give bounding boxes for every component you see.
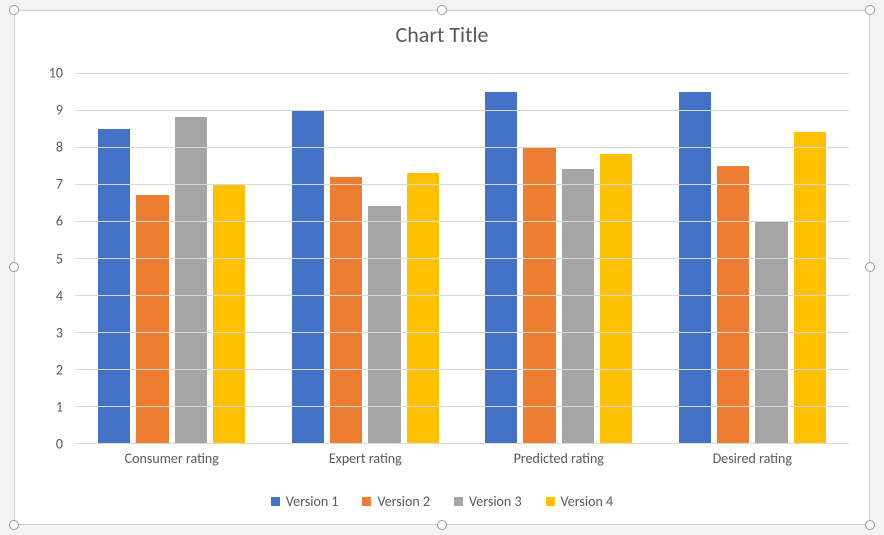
y-tick-label: 7 (39, 176, 63, 193)
selection-handle[interactable] (865, 520, 875, 530)
bar[interactable] (175, 117, 207, 443)
x-tick-label: Expert rating (269, 450, 463, 467)
y-tick-label: 4 (39, 287, 63, 304)
y-tick-label: 5 (39, 250, 63, 267)
grid-line (75, 295, 849, 296)
x-tick-label: Consumer rating (75, 450, 269, 467)
grid-line (75, 258, 849, 259)
legend-swatch (546, 497, 555, 506)
bar[interactable] (407, 173, 439, 443)
y-tick-label: 10 (39, 65, 63, 82)
grid-line (75, 147, 849, 148)
x-tick-label: Predicted rating (462, 450, 656, 467)
bar[interactable] (213, 184, 245, 443)
chart-title[interactable]: Chart Title (15, 11, 869, 61)
legend-label: Version 3 (469, 493, 522, 510)
legend-item[interactable]: Version 2 (362, 493, 430, 510)
bar[interactable] (717, 166, 749, 444)
x-axis-labels: Consumer ratingExpert ratingPredicted ra… (75, 444, 849, 467)
legend[interactable]: Version 1 Version 2 Version 3 Version 4 (15, 493, 869, 510)
selection-handle[interactable] (9, 520, 19, 530)
y-tick-label: 8 (39, 139, 63, 156)
bar[interactable] (330, 177, 362, 443)
legend-item[interactable]: Version 1 (271, 493, 339, 510)
y-tick-label: 6 (39, 213, 63, 230)
y-tick-label: 0 (39, 436, 63, 453)
grid-line (75, 110, 849, 111)
selection-handle[interactable] (865, 5, 875, 15)
bar[interactable] (794, 132, 826, 443)
legend-label: Version 2 (377, 493, 430, 510)
bar[interactable] (368, 206, 400, 443)
chart-frame[interactable]: Chart Title 012345678910 Consumer rating… (14, 10, 870, 525)
plot-grid (75, 73, 849, 444)
y-tick-label: 3 (39, 324, 63, 341)
bar[interactable] (98, 129, 130, 444)
grid-line (75, 369, 849, 370)
bar[interactable] (679, 92, 711, 444)
legend-swatch (362, 497, 371, 506)
bar[interactable] (600, 154, 632, 443)
y-tick-label: 9 (39, 102, 63, 119)
selection-handle[interactable] (437, 5, 447, 15)
selection-handle[interactable] (865, 262, 875, 272)
grid-line (75, 73, 849, 74)
legend-swatch (454, 497, 463, 506)
y-axis: 012345678910 (39, 73, 69, 444)
bar[interactable] (292, 110, 324, 443)
bar[interactable] (485, 92, 517, 444)
legend-label: Version 4 (561, 493, 614, 510)
legend-label: Version 1 (286, 493, 339, 510)
legend-item[interactable]: Version 4 (546, 493, 614, 510)
grid-line (75, 406, 849, 407)
grid-line (75, 221, 849, 222)
bar[interactable] (562, 169, 594, 443)
legend-item[interactable]: Version 3 (454, 493, 522, 510)
legend-swatch (271, 497, 280, 506)
plot-area[interactable]: 012345678910 Consumer ratingExpert ratin… (45, 73, 849, 444)
selection-handle[interactable] (9, 5, 19, 15)
y-tick-label: 2 (39, 361, 63, 378)
grid-line (75, 184, 849, 185)
grid-line (75, 332, 849, 333)
selection-handle[interactable] (9, 262, 19, 272)
y-tick-label: 1 (39, 398, 63, 415)
x-tick-label: Desired rating (656, 450, 850, 467)
selection-handle[interactable] (437, 520, 447, 530)
